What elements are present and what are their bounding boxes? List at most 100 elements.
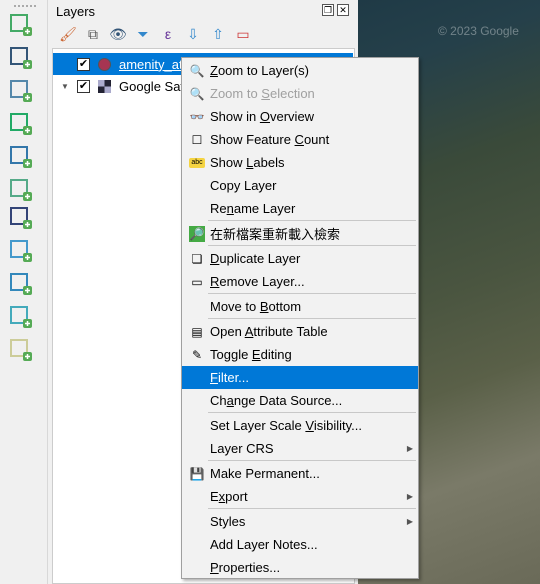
menu-item-label: Show Feature Count — [210, 132, 330, 147]
menu-icon-placeholder — [189, 514, 205, 530]
add-wcs-icon[interactable] — [8, 304, 34, 330]
add-delimited-text-icon[interactable] — [8, 111, 34, 137]
menu-icon-placeholder — [189, 393, 205, 409]
menu-item-label: Layer CRS — [210, 441, 274, 456]
add-gps-icon[interactable] — [8, 144, 34, 170]
style-brush-icon[interactable]: 🖌 — [58, 24, 78, 44]
menu-item-properties[interactable]: Properties... — [182, 556, 418, 579]
add-mesh-icon[interactable] — [8, 78, 34, 104]
layer-visibility-checkbox[interactable]: ✔ — [77, 57, 90, 71]
menu-item-open-attribute-table[interactable]: ▤ Open Attribute Table — [182, 320, 418, 343]
menu-item-zoom-to-selection[interactable]: 🔍 Zoom to Selection — [182, 82, 418, 105]
submenu-arrow-icon: ▶ — [406, 492, 413, 501]
menu-item-add-layer-notes[interactable]: Add Layer Notes... — [182, 533, 418, 556]
menu-item-change-data-source[interactable]: Change Data Source... — [182, 389, 418, 412]
pencil-icon: ✎ — [191, 347, 203, 362]
expression-filter-icon[interactable]: ε — [158, 24, 178, 44]
menu-item-show-labels[interactable]: abc Show Labels — [182, 151, 418, 174]
map-attribution: © 2023 Google — [438, 24, 519, 38]
submenu-arrow-icon: ▶ — [406, 517, 413, 526]
menu-item-label: Show in Overview — [210, 109, 315, 124]
menu-item-label: Add Layer Notes... — [210, 537, 318, 552]
menu-icon-placeholder — [189, 418, 205, 434]
duplicate-layer-icon: ❏ — [191, 251, 203, 266]
close-icon[interactable]: ✕ — [337, 4, 349, 16]
menu-item-label: Set Layer Scale Visibility... — [210, 418, 362, 433]
menu-item-duplicate-layer[interactable]: ❏ Duplicate Layer — [182, 247, 418, 270]
remove-layer-icon: ▭ — [191, 274, 203, 289]
menu-item-label: Duplicate Layer — [210, 251, 301, 266]
menu-icon-placeholder — [189, 299, 205, 315]
menu-item-label: Change Data Source... — [210, 393, 343, 408]
remove-layer-icon[interactable]: ▭ — [233, 24, 253, 44]
menu-item-label: Zoom to Selection — [210, 86, 315, 101]
menu-icon-placeholder — [189, 178, 205, 194]
menu-item-export[interactable]: Export ▶ — [182, 485, 418, 508]
menu-icon-placeholder — [189, 489, 205, 505]
menu-item-label: Make Permanent... — [210, 466, 320, 481]
overview-glasses-icon: 👓 — [189, 109, 205, 124]
menu-item-toggle-editing[interactable]: ✎ Toggle Editing — [182, 343, 418, 366]
menu-item-show-in-overview[interactable]: 👓 Show in Overview — [182, 105, 418, 128]
menu-item-label: Move to Bottom — [210, 299, 302, 314]
menu-item-label: Toggle Editing — [210, 347, 292, 362]
menu-item-styles[interactable]: Styles ▶ — [182, 510, 418, 533]
data-source-toolbar — [0, 0, 48, 584]
menu-item-label: Zoom to Layer(s) — [210, 63, 309, 78]
menu-item-copy-layer[interactable]: Copy Layer — [182, 174, 418, 197]
menu-item-filter[interactable]: Filter... — [182, 366, 418, 389]
raster-icon — [98, 79, 111, 93]
menu-item-label: Styles — [210, 514, 246, 529]
menu-item-zoom-to-layer-s[interactable]: 🔍 Zoom to Layer(s) — [182, 59, 418, 82]
expand-all-icon[interactable]: ⇩ — [183, 24, 203, 44]
menu-item-set-layer-scale-visibility[interactable]: Set Layer Scale Visibility... — [182, 414, 418, 437]
zoom-layer-icon: 🔍 — [189, 63, 205, 78]
visibility-eye-icon[interactable]: 👁 — [108, 24, 128, 44]
menu-icon-placeholder — [189, 441, 205, 457]
reload-search-icon: 🔎 — [189, 225, 205, 242]
add-virtual-layer-icon[interactable] — [8, 177, 34, 203]
menu-icon-placeholder — [189, 560, 205, 576]
menu-item-make-permanent[interactable]: 💾 Make Permanent... — [182, 462, 418, 485]
menu-item-label: Properties... — [210, 560, 281, 575]
add-postgis-icon[interactable] — [8, 205, 34, 231]
point-symbol-icon — [98, 57, 111, 71]
add-vector-icon[interactable] — [8, 12, 34, 38]
checkbox-icon: ☐ — [191, 132, 203, 147]
toolbar-grip[interactable] — [14, 5, 36, 8]
menu-item-reload-search[interactable]: 🔎 在新檔案重新載入檢索 — [182, 222, 418, 245]
menu-item-move-to-bottom[interactable]: Move to Bottom — [182, 295, 418, 318]
menu-item-layer-crs[interactable]: Layer CRS ▶ — [182, 437, 418, 460]
add-raster-icon[interactable] — [8, 45, 34, 71]
menu-icon-placeholder — [189, 201, 205, 217]
layer-context-menu: 🔍 Zoom to Layer(s) 🔍 Zoom to Selection 👓 Show… — [181, 57, 419, 579]
menu-item-label: Remove Layer... — [210, 274, 305, 289]
menu-item-label: Copy Layer — [210, 178, 277, 193]
menu-item-remove-layer[interactable]: ▭ Remove Layer... — [182, 270, 418, 293]
float-icon[interactable]: ❐ — [322, 4, 334, 16]
submenu-arrow-icon: ▶ — [406, 444, 413, 453]
menu-item-show-feature-count[interactable]: ☐ Show Feature Count — [182, 128, 418, 151]
add-wms-icon[interactable] — [8, 238, 34, 264]
menu-item-label: Rename Layer — [210, 201, 296, 216]
layer-visibility-checkbox[interactable]: ✔ — [77, 79, 90, 93]
save-icon: 💾 — [189, 466, 205, 481]
menu-item-label: Show Labels — [210, 155, 285, 170]
add-xyz-icon[interactable] — [8, 337, 34, 363]
labels-icon: abc — [189, 157, 205, 168]
menu-item-label: 在新檔案重新載入檢索 — [210, 227, 341, 242]
add-wfs-icon[interactable] — [8, 271, 34, 297]
menu-item-rename-layer[interactable]: Rename Layer — [182, 197, 418, 220]
menu-item-label: Open Attribute Table — [210, 324, 328, 339]
attribute-table-icon: ▤ — [191, 324, 203, 339]
menu-icon-placeholder — [189, 370, 205, 386]
add-group-icon[interactable]: ⧉ — [83, 24, 103, 44]
panel-title: Layers — [56, 4, 96, 19]
menu-item-label: Export — [210, 489, 248, 504]
collapse-all-icon[interactable]: ⇧ — [208, 24, 228, 44]
expand-arrow-icon[interactable]: ▼ — [53, 82, 77, 91]
zoom-selection-icon: 🔍 — [189, 86, 205, 101]
menu-icon-placeholder — [189, 537, 205, 553]
menu-item-label: Filter... — [210, 370, 250, 385]
filter-legend-icon[interactable]: ⏷ — [133, 24, 153, 44]
